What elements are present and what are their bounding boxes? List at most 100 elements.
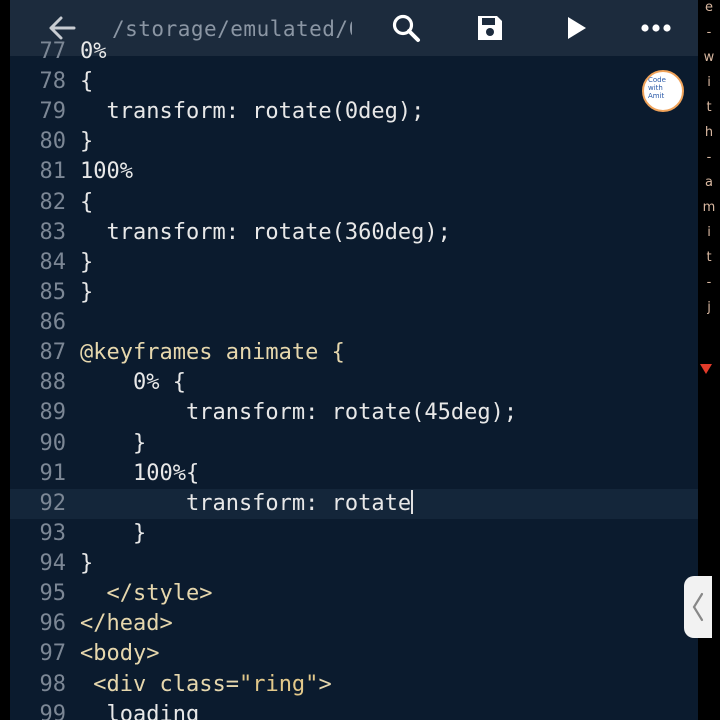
code-line[interactable]: 99 loading [10,700,698,720]
line-code: 0% [80,37,107,67]
line-number: 84 [39,249,67,275]
line-number: 80 [39,129,67,155]
line-code: 0% { [80,368,186,398]
watermark-letter: w [703,50,715,65]
code-token: transform: rotate(0deg); [80,99,425,125]
code-token: "ring" [238,671,319,697]
line-number: 79 [39,99,67,125]
code-token: } [80,279,94,305]
line-number: 81 [39,159,67,185]
line-code: } [80,248,93,278]
watermark-letter: a [705,175,713,190]
code-line[interactable]: 86 [10,308,698,338]
line-number: 97 [39,641,67,667]
watermark-letter: j [707,300,711,315]
more-icon [641,24,671,32]
line-code: @keyframes animate { [80,338,345,368]
editor-window: /storage/emulated/0 77 0% 78 {79 transf… [10,0,698,720]
line-number: 83 [39,219,67,245]
code-token: transform: rotate(45deg); [80,400,518,426]
line-number: 78 [39,69,67,95]
code-token: loading [80,701,200,720]
line-code: } [80,278,93,308]
code-line[interactable]: 98 <div class="ring"> [10,670,698,700]
code-line[interactable]: 85} [10,278,698,308]
watermark-letter: e [705,0,713,15]
code-line[interactable]: 87 @keyframes animate { [10,338,698,368]
line-number: 86 [39,310,67,336]
code-line[interactable]: 94} [10,549,698,579]
line-code: <div class="ring"> [80,670,332,700]
red-marker [700,364,712,374]
code-token: </head> [80,611,173,637]
code-token: transform: rotate [80,490,412,516]
code-line[interactable]: 79 transform: rotate(0deg); [10,97,698,127]
line-code: loading [80,700,199,720]
watermark-letter: i [707,75,711,90]
code-line[interactable]: 81 100% [10,157,698,187]
line-code: transform: rotate(0deg); [80,97,424,127]
watermark-logo: Code with Amit [642,70,684,112]
code-line[interactable]: 78 { [10,67,698,97]
line-number: 82 [39,189,67,215]
line-number: 95 [39,581,67,607]
code-token: <body> [80,641,160,667]
logo-word: with [648,84,663,92]
code-line[interactable]: 83 transform: rotate(360deg); [10,218,698,248]
line-number: 98 [39,671,67,697]
code-line[interactable]: 82 { [10,188,698,218]
line-number: 93 [39,520,67,546]
line-code: { [80,188,93,218]
code-line[interactable]: 97 <body> [10,639,698,669]
line-number: 92 [39,490,67,516]
line-code: } [80,519,146,549]
code-token: } [80,551,94,577]
watermark-letter: - [706,25,712,40]
line-code: } [80,127,93,157]
code-line[interactable]: 89 transform: rotate(45deg); [10,398,698,428]
code-token: 100% [80,159,133,185]
line-code: 100% [80,157,133,187]
code-line[interactable]: 84} [10,248,698,278]
logo-text: Code with Amit [648,76,666,100]
watermark-letter: - [706,150,712,165]
code-token: { [80,189,94,215]
line-code: } [80,549,93,579]
code-line[interactable]: 80} [10,127,698,157]
line-code: transform: rotate [80,489,414,519]
code-editor[interactable]: 77 0% 78{79 transform: rotate(0deg); 80} 81 1… [10,39,698,720]
code-line[interactable]: 96 </head> [10,609,698,639]
code-line[interactable]: 95 </style> [10,579,698,609]
line-code: transform: rotate(360deg); [80,218,450,248]
line-number: 89 [39,400,67,426]
code-line[interactable]: 92 transform: rotate [10,488,698,519]
line-code: } [80,429,146,459]
code-token: <div class= [80,671,239,697]
code-line[interactable]: 88 0% { [10,368,698,398]
code-line[interactable]: 77 0% [10,37,698,67]
code-token: } [80,520,147,546]
line-number: 99 [39,701,67,720]
watermark-letter: - [706,275,712,290]
line-code: </style> [80,579,212,609]
code-line[interactable]: 91 100%{ [10,459,698,489]
code-token: 0% [80,39,107,64]
code-line[interactable]: 93 } [10,519,698,549]
code-token: @keyframes animate { [80,340,345,366]
code-token: { [80,69,94,95]
code-token: > [318,671,332,697]
line-number: 94 [39,551,67,577]
watermark-letter: t [706,250,712,265]
line-number: 85 [39,279,67,305]
logo-word: Amit [648,92,665,100]
line-code: <body> [80,639,159,669]
logo-word: Code [648,76,666,84]
line-code: { [80,67,93,97]
code-line[interactable]: 90 } [10,429,698,459]
code-token: } [80,430,147,456]
side-panel-handle[interactable] [684,576,712,638]
watermark-letter: h [704,125,714,140]
text-cursor [411,489,414,514]
chevron-left-icon [692,592,704,622]
line-number: 91 [39,460,67,486]
